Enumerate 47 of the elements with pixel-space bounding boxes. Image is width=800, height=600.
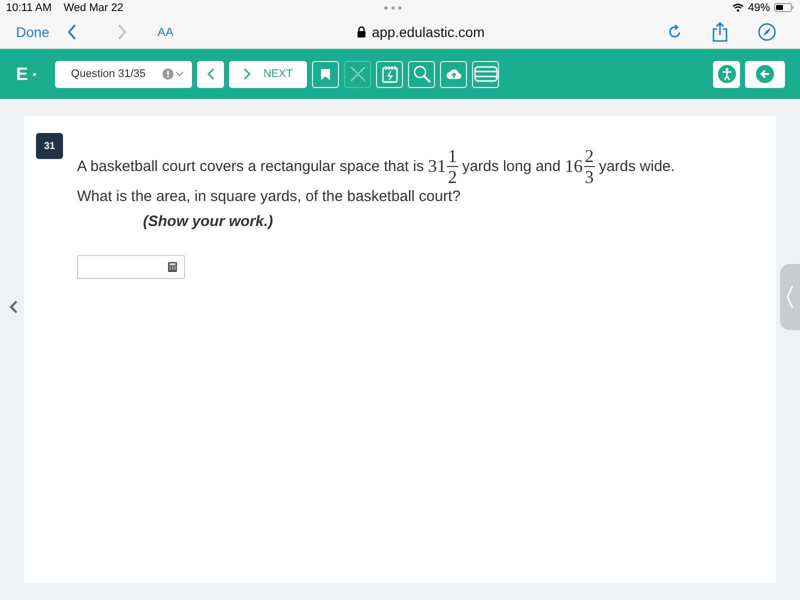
answer-field[interactable] — [77, 255, 185, 279]
notepad-icon — [382, 65, 398, 83]
arrow-left-icon — [756, 65, 774, 83]
upload-button[interactable] — [440, 60, 468, 88]
exit-button[interactable] — [745, 60, 785, 88]
status-time: 10:11 AM — [6, 2, 52, 14]
wifi-icon — [732, 3, 744, 12]
battery-icon — [774, 3, 794, 12]
chevron-left-icon — [206, 68, 215, 80]
chevron-right-icon — [243, 68, 252, 80]
menu-icon — [474, 66, 498, 82]
menu-button[interactable] — [472, 60, 500, 88]
previous-button[interactable] — [197, 60, 224, 88]
logo: E — [16, 64, 28, 84]
cross-icon — [350, 66, 366, 82]
zoom-button[interactable] — [408, 60, 436, 88]
lock-icon — [356, 26, 366, 38]
next-button[interactable]: NEXT — [229, 60, 308, 88]
info-icon — [162, 68, 184, 80]
share-icon[interactable] — [712, 22, 728, 42]
bookmark-icon — [321, 68, 330, 80]
previous-page-icon[interactable] — [9, 300, 18, 314]
more-icon[interactable] — [384, 6, 402, 10]
scratchpad-button[interactable] — [376, 60, 404, 88]
question-text-line: What is the area, in square yards, of the basketball court? — [77, 188, 462, 205]
calculator-icon[interactable] — [168, 262, 177, 272]
chevron-left-icon — [786, 285, 794, 309]
instruction-text: (Show your work.) — [143, 213, 274, 230]
reload-icon[interactable] — [668, 24, 682, 39]
accessibility-icon — [718, 65, 736, 83]
url-field[interactable]: app.edulastic.com — [372, 24, 485, 40]
text-size-button[interactable]: AA — [157, 24, 174, 38]
side-panel-handle[interactable] — [780, 264, 800, 330]
question-dropdown[interactable]: Question 31/35 — [55, 60, 192, 88]
compass-icon[interactable] — [758, 22, 776, 40]
forward-icon[interactable] — [117, 24, 128, 40]
back-icon[interactable] — [67, 24, 78, 40]
question-number-badge: 31 — [36, 133, 63, 159]
accessibility-button[interactable] — [713, 60, 740, 88]
status-date: Wed Mar 22 — [64, 2, 124, 14]
bookmark-button[interactable] — [312, 60, 340, 88]
crossout-button[interactable] — [344, 60, 372, 88]
battery-percent: 49% — [748, 2, 770, 14]
done-button[interactable]: Done — [16, 24, 50, 40]
cloud-upload-icon — [446, 68, 462, 80]
search-icon — [412, 65, 431, 83]
logo-dot-icon — [33, 72, 36, 76]
